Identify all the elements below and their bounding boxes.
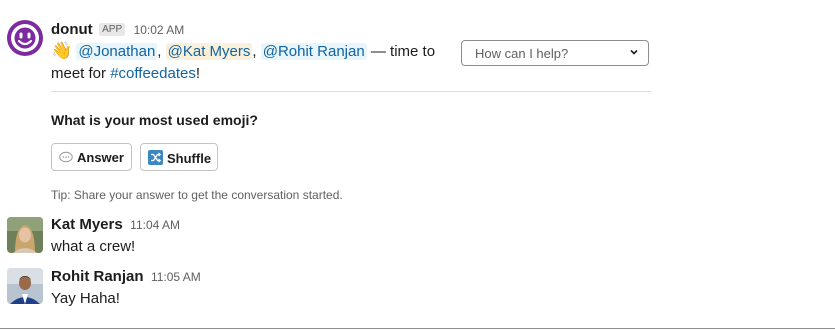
donut-avatar[interactable] [7,20,43,56]
message-text: meet for [51,65,107,82]
rohit-ranjan-avatar[interactable] [7,268,43,304]
timestamp[interactable]: 11:04 AM [130,218,180,232]
kat-myers-header: Kat Myers 11:04 AM [51,216,180,234]
shuffle-button-label: Shuffle [167,151,212,166]
rohit-ranjan-message-text: Yay Haha! [51,290,120,307]
composer-top-border [0,328,835,329]
help-select-placeholder: How can I help? [475,46,569,61]
mention-kat-myers[interactable]: @Kat Myers [165,43,253,60]
rohit-ranjan-header: Rohit Ranjan 11:05 AM [51,268,201,286]
comma: , [252,43,257,60]
timestamp[interactable]: 10:02 AM [134,23,185,37]
sender-name[interactable]: donut [51,21,93,38]
mention-jonathan[interactable]: @Jonathan [76,43,158,60]
donut-header: donut APP 10:02 AM [51,21,184,39]
speech-bubble-icon [59,151,73,167]
answer-button-label: Answer [77,150,124,165]
exclamation: ! [195,65,201,82]
kat-myers-message-text: what a crew! [51,238,136,255]
shuffle-icon [148,150,163,168]
mention-rohit-ranjan[interactable]: @Rohit Ranjan [260,43,367,60]
channel-link[interactable]: #coffeedates [110,65,196,82]
tip-text: Tip: Share your answer to get the conver… [51,188,343,202]
answer-button[interactable]: Answer [51,143,132,171]
message-text: — time to [370,43,436,60]
donut-face-icon [11,24,39,52]
question-text: What is your most used emoji? [51,112,258,128]
app-badge: APP [99,23,126,36]
help-select[interactable]: How can I help? [461,40,649,66]
timestamp[interactable]: 11:05 AM [151,270,201,284]
kat-myers-avatar[interactable] [7,217,43,253]
wave-emoji: 👋 [51,41,73,60]
sender-name[interactable]: Rohit Ranjan [51,268,144,285]
sender-name[interactable]: Kat Myers [51,216,123,233]
shuffle-button[interactable]: Shuffle [140,143,218,171]
comma: , [157,43,162,60]
donut-message-text: 👋 @Jonathan, @Kat Myers, @Rohit Ranjan —… [51,40,451,85]
divider [51,91,651,92]
chevron-down-icon [630,49,638,55]
